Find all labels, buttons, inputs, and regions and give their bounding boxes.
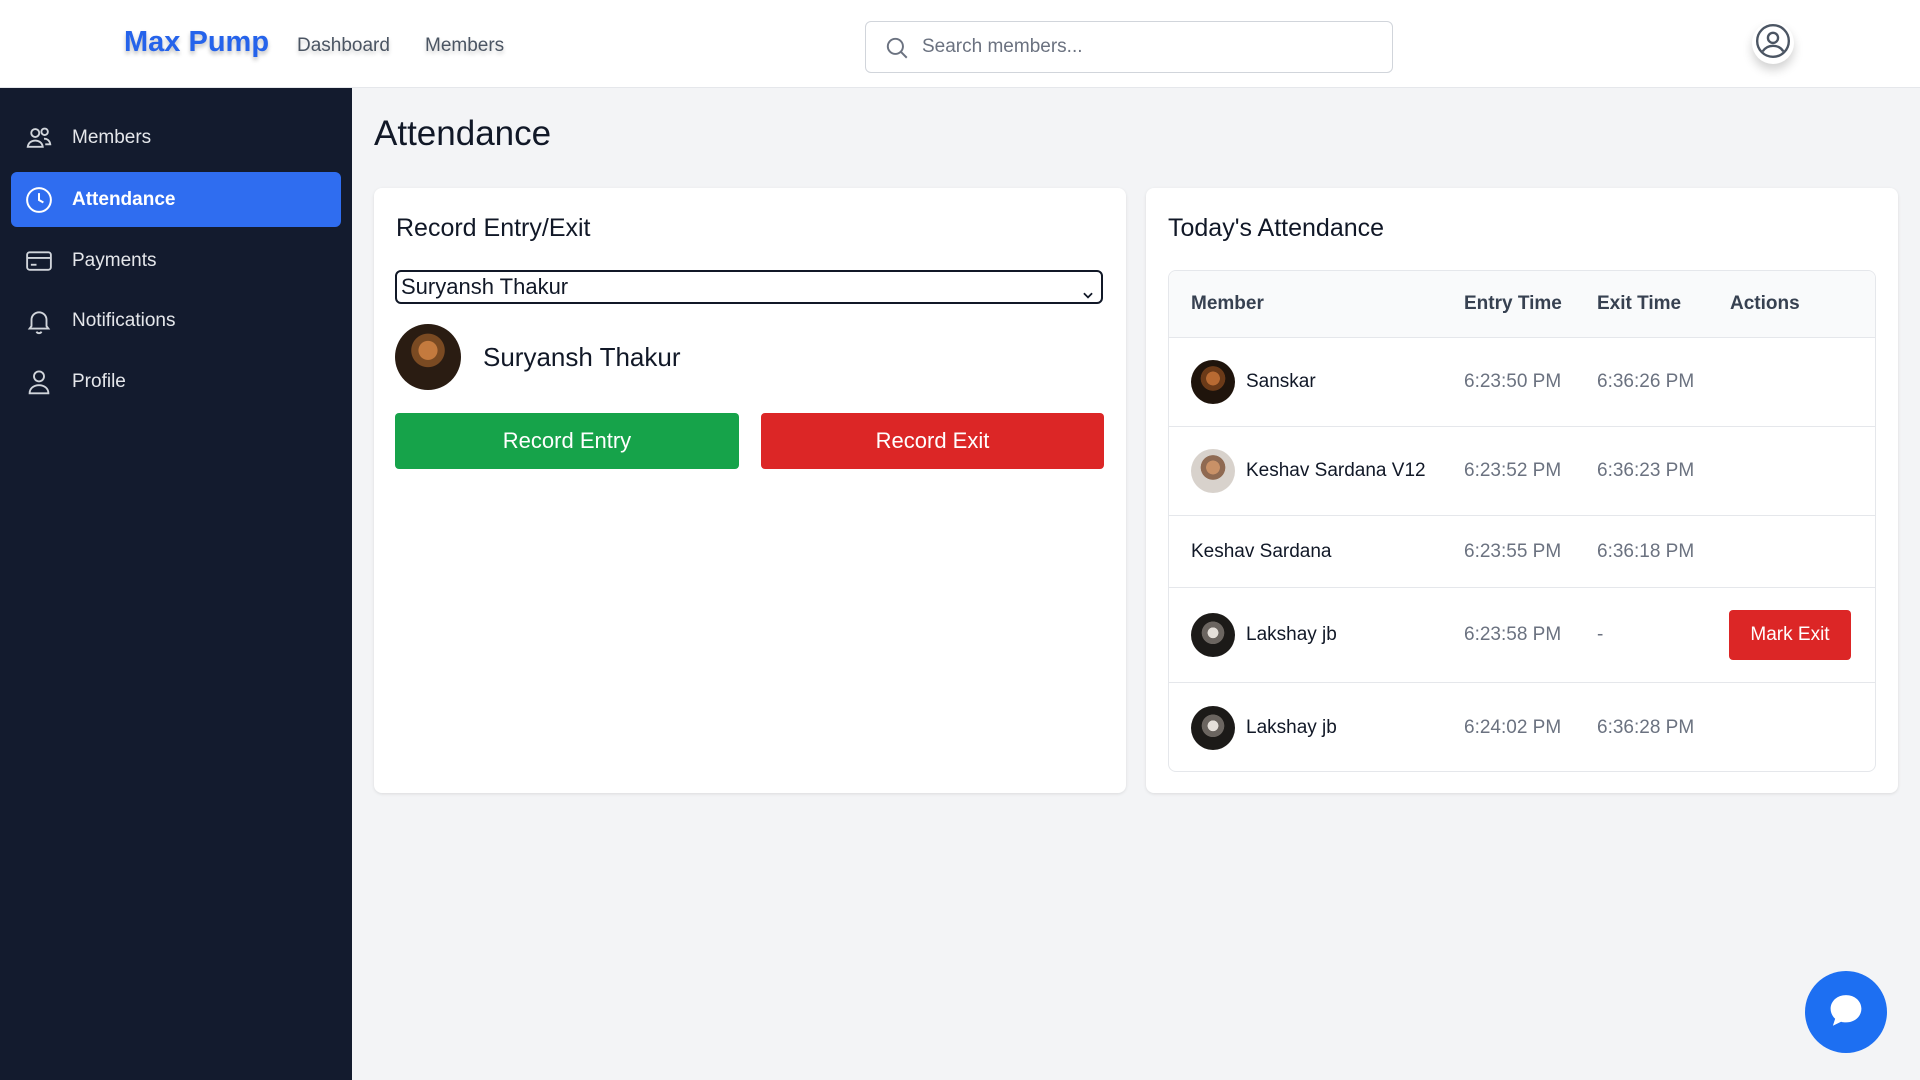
sidebar-item-payments[interactable]: Payments — [11, 233, 341, 288]
member-name: Lakshay jb — [1246, 624, 1337, 645]
chat-bubble-icon — [1825, 989, 1867, 1036]
table-header: Member Entry Time Exit Time Actions — [1169, 271, 1875, 338]
search-input[interactable] — [922, 22, 1382, 72]
search-icon — [884, 35, 910, 66]
entry-time: 6:23:58 PM — [1464, 624, 1562, 645]
member-cell: Lakshay jb — [1191, 588, 1337, 682]
record-exit-button[interactable]: Record Exit — [761, 413, 1104, 469]
page-title: Attendance — [374, 114, 552, 153]
member-cell: Sanskar — [1191, 338, 1316, 426]
table-row: Lakshay jb 6:24:02 PM 6:36:28 PM — [1169, 683, 1875, 771]
user-menu-button[interactable] — [1752, 22, 1794, 64]
selected-member-name: Suryansh Thakur — [483, 341, 681, 372]
clock-icon — [24, 185, 54, 215]
column-header-entry-time: Entry Time — [1464, 293, 1562, 314]
entry-time: 6:23:55 PM — [1464, 540, 1562, 562]
todays-attendance-card: Today's Attendance Member Entry Time Exi… — [1146, 188, 1898, 793]
member-cell: Keshav Sardana — [1191, 516, 1332, 587]
entry-time: 6:23:52 PM — [1464, 460, 1562, 481]
chat-button[interactable] — [1805, 971, 1887, 1053]
sidebar-item-attendance[interactable]: Attendance — [11, 172, 341, 227]
member-avatar — [1191, 360, 1235, 404]
member-avatar — [1191, 705, 1235, 750]
member-name: Keshav Sardana V12 — [1246, 460, 1426, 481]
exit-time: - — [1597, 624, 1604, 645]
nav-link-dashboard[interactable]: Dashboard — [297, 35, 390, 57]
sidebar-item-label: Members — [72, 126, 152, 148]
member-avatar — [395, 324, 461, 390]
column-header-member: Member — [1191, 293, 1264, 314]
record-entry-button[interactable]: Record Entry — [395, 413, 739, 469]
member-cell: Keshav Sardana V12 — [1191, 427, 1426, 515]
table-row: Lakshay jb 6:23:58 PM - Mark Exit — [1169, 588, 1875, 683]
member-select[interactable]: Suryansh Thakur — [395, 270, 1103, 304]
table-row: Sanskar 6:23:50 PM 6:36:26 PM — [1169, 338, 1875, 427]
column-header-exit-time: Exit Time — [1597, 293, 1682, 314]
exit-time: 6:36:18 PM — [1597, 540, 1695, 562]
member-avatar — [1191, 449, 1235, 493]
table-row: Keshav Sardana 6:23:55 PM 6:36:18 PM — [1169, 516, 1875, 588]
member-avatar — [1191, 613, 1235, 657]
member-select-value: Suryansh Thakur — [401, 274, 569, 299]
table-row: Keshav Sardana V12 6:23:52 PM 6:36:23 PM — [1169, 427, 1875, 516]
mark-exit-button[interactable]: Mark Exit — [1729, 610, 1851, 660]
exit-time: 6:36:23 PM — [1597, 460, 1695, 481]
user-circle-icon — [1754, 22, 1792, 65]
exit-time: 6:36:28 PM — [1597, 716, 1695, 738]
entry-time: 6:24:02 PM — [1464, 716, 1562, 738]
column-header-actions: Actions — [1730, 293, 1800, 314]
member-name: Lakshay jb — [1246, 716, 1337, 738]
search-box — [865, 21, 1393, 73]
sidebar-item-profile[interactable]: Profile — [11, 354, 341, 409]
card-title: Record Entry/Exit — [396, 214, 591, 242]
sidebar: Members Attendance Payments Notification… — [0, 88, 352, 1080]
record-entry-exit-card: Record Entry/Exit Suryansh Thakur Suryan… — [374, 188, 1126, 793]
member-cell: Lakshay jb — [1191, 683, 1337, 771]
user-icon — [24, 367, 54, 397]
users-icon — [24, 123, 54, 153]
card-title: Today's Attendance — [1168, 214, 1385, 242]
member-name: Sanskar — [1246, 371, 1316, 392]
sidebar-item-label: Payments — [72, 249, 157, 271]
sidebar-item-label: Notifications — [72, 309, 176, 331]
entry-time: 6:23:50 PM — [1464, 371, 1562, 392]
sidebar-item-members[interactable]: Members — [11, 110, 341, 165]
bell-icon — [24, 306, 54, 336]
member-name: Keshav Sardana — [1191, 540, 1332, 562]
nav-link-members[interactable]: Members — [425, 35, 504, 57]
selected-member: Suryansh Thakur — [395, 324, 681, 390]
attendance-table: Member Entry Time Exit Time Actions Sans… — [1168, 270, 1876, 772]
sidebar-item-label: Profile — [72, 370, 126, 392]
sidebar-item-label: Attendance — [72, 188, 176, 210]
credit-card-icon — [24, 246, 54, 276]
sidebar-item-notifications[interactable]: Notifications — [11, 293, 341, 348]
top-bar: Max Pump Dashboard Members — [0, 0, 1920, 88]
exit-time: 6:36:26 PM — [1597, 371, 1695, 392]
brand-logo[interactable]: Max Pump — [124, 26, 269, 59]
chevron-down-icon — [1081, 280, 1095, 310]
